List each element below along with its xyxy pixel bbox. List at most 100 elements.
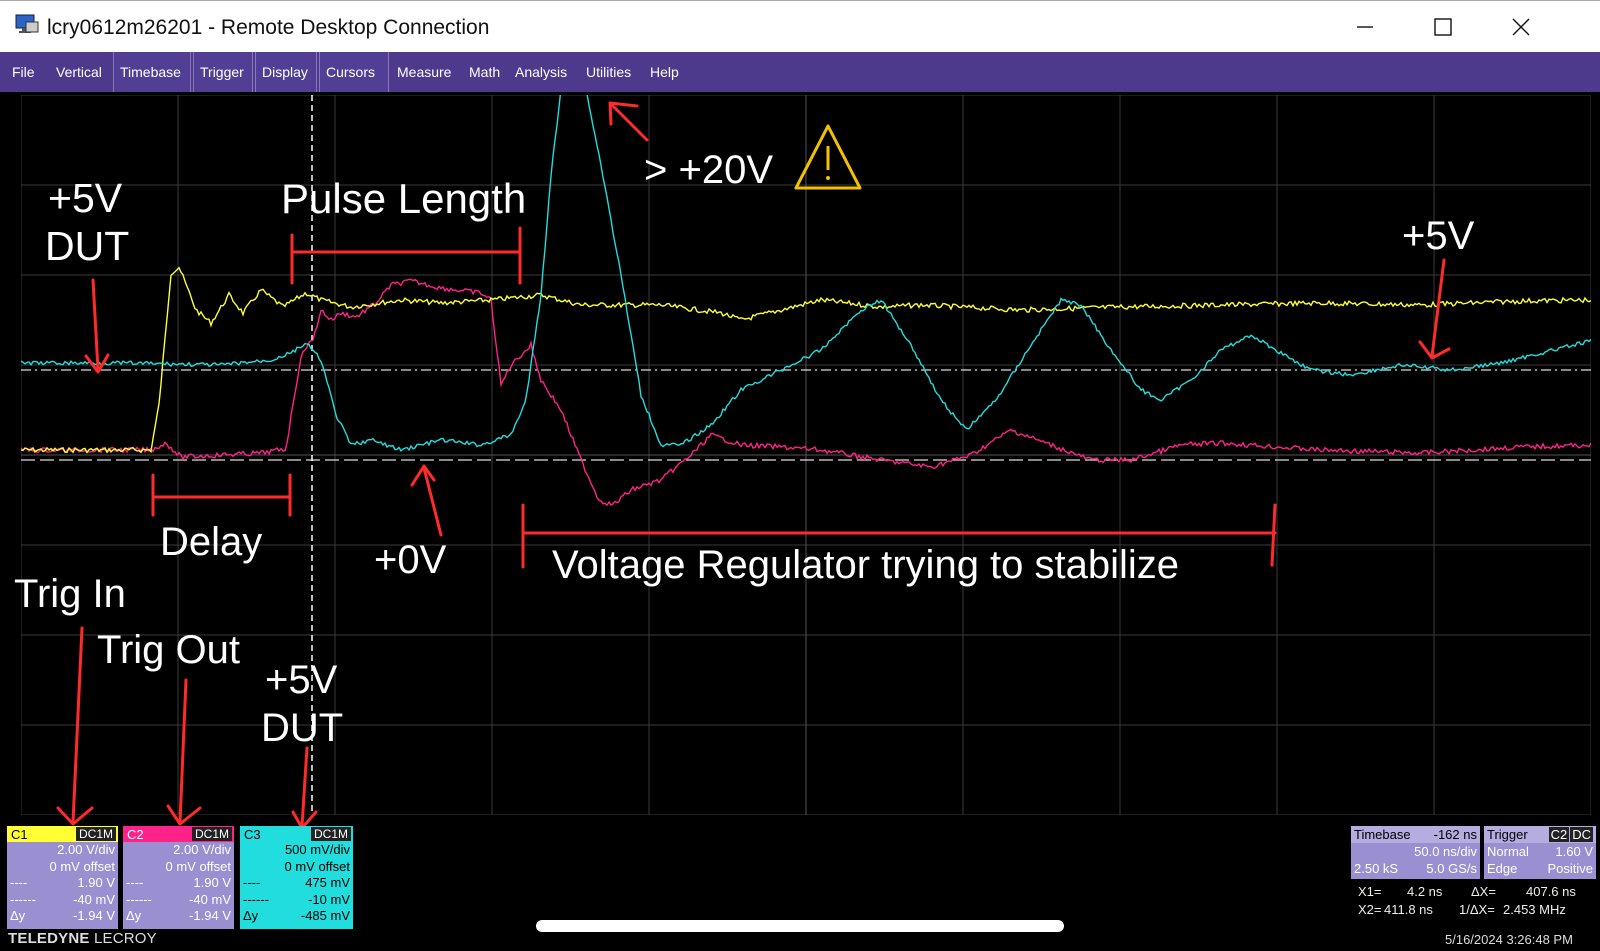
cursor-2-label: ------ bbox=[10, 891, 36, 907]
cursor-1-value: ---- 1.90 V bbox=[123, 875, 234, 892]
trigger-box[interactable]: Trigger C2 DC Normal 1.60 V Edge Positive bbox=[1484, 826, 1596, 879]
cursor-1-text: 1.90 V bbox=[193, 875, 231, 890]
annotation-regulator: Voltage Regulator trying to stabilize bbox=[552, 543, 1180, 587]
volts-per-div: 2.00 V/div bbox=[173, 842, 231, 857]
timebase-delay: -162 ns bbox=[1433, 827, 1477, 842]
annotation-trig-in: Trig In bbox=[14, 572, 126, 616]
timebase-box[interactable]: Timebase -162 ns 50.0 ns/div 2.50 kS 5.0 G… bbox=[1351, 826, 1480, 879]
scope-menu-bar: File Vertical Timebase Trigger Display C… bbox=[0, 52, 1600, 92]
delta-y-label: Δy bbox=[10, 908, 26, 923]
menu-cursors[interactable]: Cursors bbox=[319, 52, 389, 92]
offset: 0 mV offset bbox=[49, 858, 115, 874]
menu-display[interactable]: Display bbox=[255, 52, 317, 92]
cursor-x1-value: 4.2 ns bbox=[1407, 884, 1443, 899]
cursor-2-label: ------ bbox=[243, 891, 269, 907]
channel-name: C2 bbox=[127, 827, 144, 842]
menu-trigger[interactable]: Trigger bbox=[193, 52, 253, 92]
brand-name-b: LECROY bbox=[94, 930, 157, 947]
trigger-level: 1.60 V bbox=[1555, 844, 1593, 859]
annotation-pulse-length: Pulse Length bbox=[281, 175, 527, 222]
trigger-type-row: Edge Positive bbox=[1484, 860, 1596, 877]
menu-measure[interactable]: Measure bbox=[391, 52, 457, 92]
delta-y-label: Δy bbox=[126, 908, 142, 923]
channel-name: C3 bbox=[244, 827, 261, 842]
timebase-sample-row: 2.50 kS 5.0 GS/s bbox=[1351, 860, 1480, 877]
menu-vertical[interactable]: Vertical bbox=[50, 52, 108, 92]
offset: 0 mV offset bbox=[165, 858, 231, 874]
cursor-1-text: 1.90 V bbox=[77, 875, 115, 890]
cursor-2-text: -40 mV bbox=[189, 891, 231, 907]
coupling-badge: DC1M bbox=[310, 827, 351, 841]
coupling-badge: DC1M bbox=[75, 827, 116, 841]
offset: 0 mV offset bbox=[284, 858, 350, 874]
timebase-label: Timebase bbox=[1354, 827, 1411, 842]
volts-per-div: 2.00 V/div bbox=[57, 842, 115, 857]
menu-file[interactable]: File bbox=[6, 52, 41, 92]
home-indicator[interactable] bbox=[536, 920, 1064, 932]
channel-box-c3[interactable]: C3 DC1M 500 mV/div 0 mV offset ---- 475 m… bbox=[240, 826, 353, 929]
volts-per-div: 500 mV/div bbox=[284, 842, 350, 857]
cursor-x2-label: X2= bbox=[1358, 902, 1382, 917]
maximize-icon bbox=[1434, 18, 1452, 36]
close-icon bbox=[1512, 18, 1530, 36]
waveform-display[interactable]: C3 bbox=[21, 95, 1591, 815]
cursor-2-text: -40 mV bbox=[73, 891, 115, 907]
window-title: lcry0612m26201 - Remote Desktop Connecti… bbox=[47, 16, 490, 39]
channel-header-c2: C2 DC1M bbox=[123, 826, 234, 842]
trigger-source-badges: C2 DC bbox=[1548, 826, 1593, 843]
timebase-rate: 5.0 GS/s bbox=[1426, 861, 1477, 876]
delta-y-label: Δy bbox=[243, 908, 259, 923]
cursor-2-text: -10 mV bbox=[308, 891, 350, 907]
channel-header-c3: C3 DC1M bbox=[240, 826, 353, 842]
close-button[interactable] bbox=[1498, 9, 1544, 45]
menu-math[interactable]: Math bbox=[463, 52, 506, 92]
trigger-mode: Normal bbox=[1487, 844, 1529, 859]
cursor-dx-label: ΔX= bbox=[1471, 884, 1496, 899]
window-title-bar: lcry0612m26201 - Remote Desktop Connecti… bbox=[0, 0, 1600, 52]
delta-y-value: Δy -485 mV bbox=[240, 908, 353, 925]
annotation-dut-bottom: +5V bbox=[265, 658, 338, 702]
remote-desktop-icon bbox=[15, 14, 39, 33]
maximize-button[interactable] bbox=[1420, 9, 1466, 45]
trigger-label: Trigger bbox=[1487, 827, 1528, 842]
cursor-1-label: ---- bbox=[243, 875, 261, 890]
brand-logo: TELEDYNE LECROY bbox=[8, 930, 157, 947]
delta-y-text: -485 mV bbox=[300, 908, 350, 923]
menu-help[interactable]: Help bbox=[644, 52, 685, 92]
minimize-icon bbox=[1357, 26, 1373, 28]
delta-y-value: Δy -1.94 V bbox=[123, 908, 234, 925]
minimize-button[interactable] bbox=[1342, 9, 1388, 45]
cursor-1-label: ---- bbox=[10, 875, 28, 890]
annotation-right-5v: +5V bbox=[1402, 214, 1475, 258]
annotation-delay: Delay bbox=[160, 520, 263, 564]
cursor-2-value: ------ -10 mV bbox=[240, 892, 353, 909]
trigger-slope: Positive bbox=[1547, 861, 1593, 876]
channel-box-c1[interactable]: C1 DC1M 2.00 V/div 0 mV offset ---- 1.90 … bbox=[7, 826, 118, 929]
annotation-overshoot: > +20V bbox=[644, 148, 774, 192]
cursor-x1-label: X1= bbox=[1358, 884, 1382, 899]
menu-utilities[interactable]: Utilities bbox=[580, 52, 637, 92]
annotation-dut-bottom-2: DUT bbox=[261, 706, 344, 750]
annotation-trig-out: Trig Out bbox=[97, 628, 240, 672]
cursor-x2-value: 411.8 ns bbox=[1384, 902, 1433, 917]
timestamp: 5/16/2024 3:26:48 PM bbox=[1445, 932, 1573, 947]
cursor-2-value: ------ -40 mV bbox=[7, 892, 118, 909]
channel-header-c1: C1 DC1M bbox=[7, 826, 118, 842]
cursor-1-value: ---- 475 mV bbox=[240, 875, 353, 892]
cursor-1-value: ---- 1.90 V bbox=[7, 875, 118, 892]
cursor-1-text: 475 mV bbox=[305, 875, 350, 890]
trigger-coupling: DC bbox=[1570, 827, 1593, 842]
annotation-dut-top: +5V bbox=[48, 175, 123, 221]
cursor-2-value: ------ -40 mV bbox=[123, 892, 234, 909]
delta-y-text: -1.94 V bbox=[189, 908, 231, 923]
channel-box-c2[interactable]: C2 DC1M 2.00 V/div 0 mV offset ---- 1.90 … bbox=[123, 826, 234, 929]
menu-timebase[interactable]: Timebase bbox=[113, 52, 191, 92]
trigger-mode-row: Normal 1.60 V bbox=[1484, 843, 1596, 860]
trigger-header: Trigger C2 DC bbox=[1484, 826, 1596, 843]
brand-name-a: TELEDYNE bbox=[8, 930, 90, 947]
annotation-zero-v: +0V bbox=[374, 538, 447, 582]
menu-analysis[interactable]: Analysis bbox=[509, 52, 573, 92]
cursor-1-label: ---- bbox=[126, 875, 144, 890]
timebase-div: 50.0 ns/div bbox=[1414, 844, 1477, 859]
cursor-dx-value: 407.6 ns bbox=[1526, 884, 1576, 899]
